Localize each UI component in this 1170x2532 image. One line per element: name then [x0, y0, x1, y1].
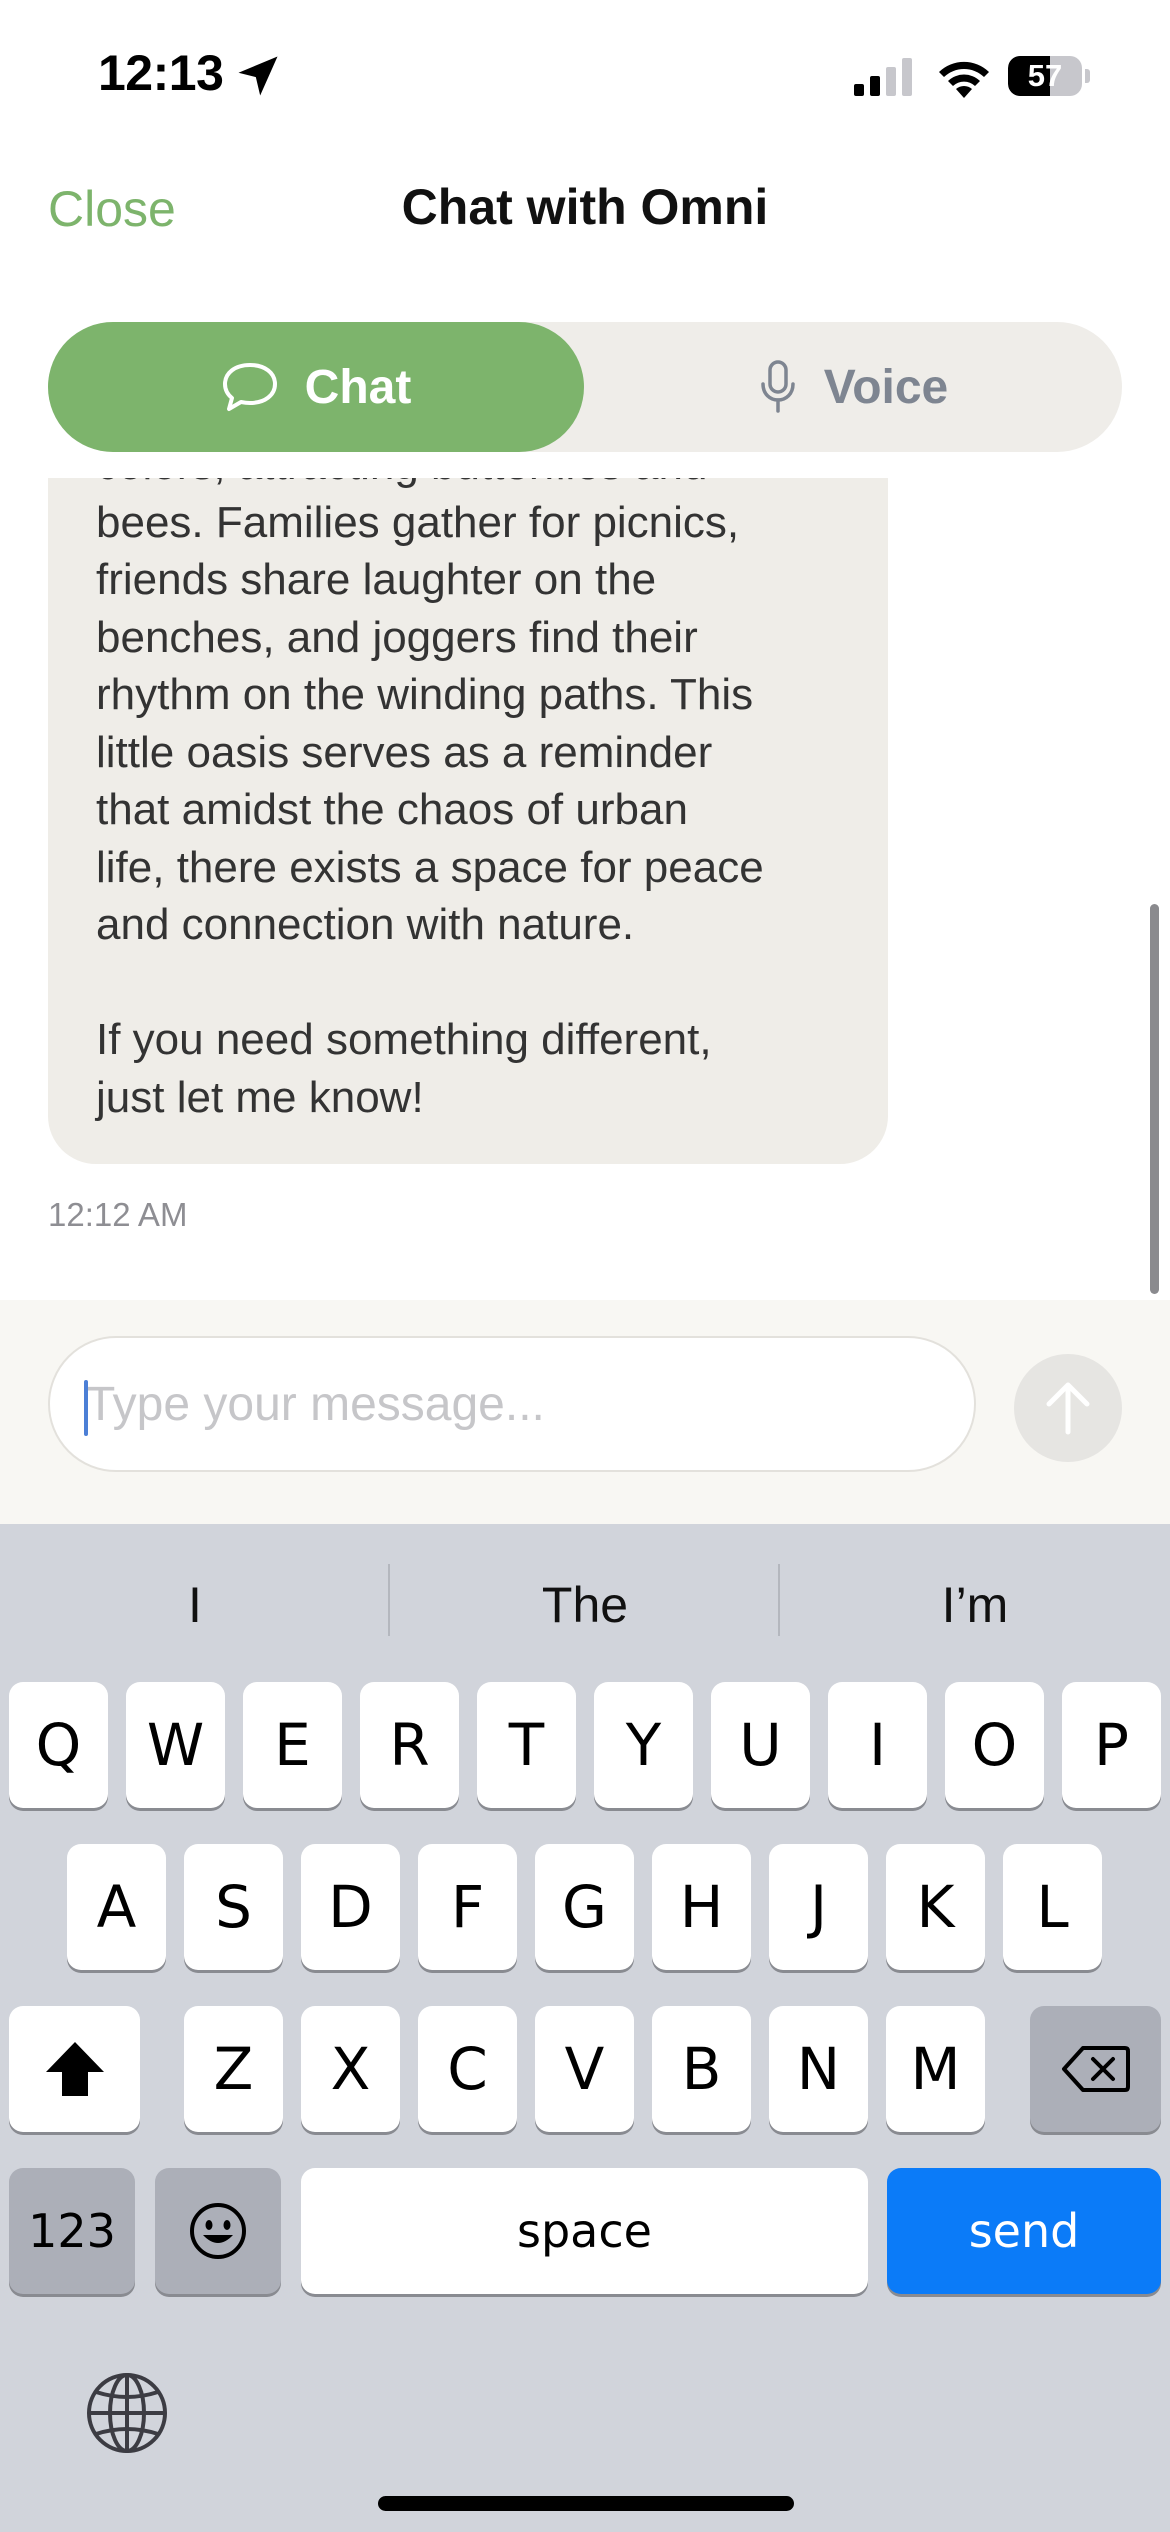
key-b[interactable]: B: [652, 2006, 751, 2132]
assistant-message-bubble: colors, attracting butterflies and bees.…: [48, 478, 888, 1164]
key-w[interactable]: W: [126, 1682, 225, 1808]
suggestion-item[interactable]: I’m: [780, 1576, 1170, 1634]
key-y[interactable]: Y: [594, 1682, 693, 1808]
tab-voice[interactable]: Voice: [584, 322, 1122, 452]
key-x[interactable]: X: [301, 2006, 400, 2132]
arrow-up-icon: [1046, 1382, 1090, 1435]
tab-chat-label: Chat: [304, 360, 412, 414]
key-a[interactable]: A: [67, 1844, 166, 1970]
suggestion-item[interactable]: The: [390, 1576, 780, 1634]
speech-bubble-icon: [222, 363, 277, 411]
tab-voice-label: Voice: [823, 360, 949, 414]
location-arrow-icon: [238, 56, 278, 96]
backspace-key[interactable]: [1030, 2006, 1161, 2132]
wifi-icon: [939, 61, 989, 98]
key-k[interactable]: K: [886, 1844, 985, 1970]
shift-arrow-icon: [45, 2042, 104, 2096]
key-e[interactable]: E: [243, 1682, 342, 1808]
key-n[interactable]: N: [769, 2006, 868, 2132]
scrollbar[interactable]: [1150, 904, 1159, 1294]
message-timestamp: 12:12 AM: [48, 1196, 188, 1233]
key-h[interactable]: H: [652, 1844, 751, 1970]
battery-indicator: 57: [1008, 56, 1090, 96]
send-message-button[interactable]: [1014, 1354, 1122, 1462]
shift-key[interactable]: [9, 2006, 140, 2132]
keyboard-send-key[interactable]: send: [887, 2168, 1161, 2294]
key-q[interactable]: Q: [9, 1682, 108, 1808]
key-z[interactable]: Z: [184, 2006, 283, 2132]
key-o[interactable]: O: [945, 1682, 1044, 1808]
key-j[interactable]: J: [769, 1844, 868, 1970]
battery-level: 57: [1027, 58, 1063, 93]
key-v[interactable]: V: [535, 2006, 634, 2132]
message-composer: [0, 1300, 1170, 1524]
key-c[interactable]: C: [418, 2006, 517, 2132]
key-g[interactable]: G: [535, 1844, 634, 1970]
key-i[interactable]: I: [828, 1682, 927, 1808]
cellular-signal-icon: [854, 58, 912, 96]
key-u[interactable]: U: [711, 1682, 810, 1808]
backspace-icon: [1061, 2046, 1130, 2092]
key-p[interactable]: P: [1062, 1682, 1161, 1808]
key-l[interactable]: L: [1003, 1844, 1102, 1970]
key-t[interactable]: T: [477, 1682, 576, 1808]
globe-icon[interactable]: [82, 2368, 172, 2458]
predictive-text-bar: I The I’m: [0, 1524, 1170, 1678]
key-r[interactable]: R: [360, 1682, 459, 1808]
key-s[interactable]: S: [184, 1844, 283, 1970]
text-caret: [84, 1380, 88, 1436]
message-text: colors, attracting butterflies and bees.…: [96, 478, 764, 1122]
numbers-key[interactable]: 123: [9, 2168, 135, 2294]
tab-chat[interactable]: Chat: [48, 322, 584, 452]
chat-message-list[interactable]: colors, attracting butterflies and bees.…: [0, 478, 1170, 1300]
mode-segmented-control: Chat Voice: [48, 322, 1122, 452]
key-m[interactable]: M: [886, 2006, 985, 2132]
keyboard: I The I’m Q W E R T Y U I O P A S D F G …: [0, 1524, 1170, 2532]
key-d[interactable]: D: [301, 1844, 400, 1970]
space-key[interactable]: space: [301, 2168, 868, 2294]
message-input[interactable]: [48, 1336, 976, 1472]
status-time: 12:13: [98, 45, 224, 101]
suggestion-item[interactable]: I: [0, 1576, 390, 1634]
emoji-icon: [190, 2203, 246, 2259]
page-title: Chat with Omni: [401, 179, 769, 235]
home-indicator[interactable]: [378, 2496, 794, 2511]
key-f[interactable]: F: [418, 1844, 517, 1970]
emoji-key[interactable]: [155, 2168, 281, 2294]
microphone-icon: [761, 360, 795, 413]
